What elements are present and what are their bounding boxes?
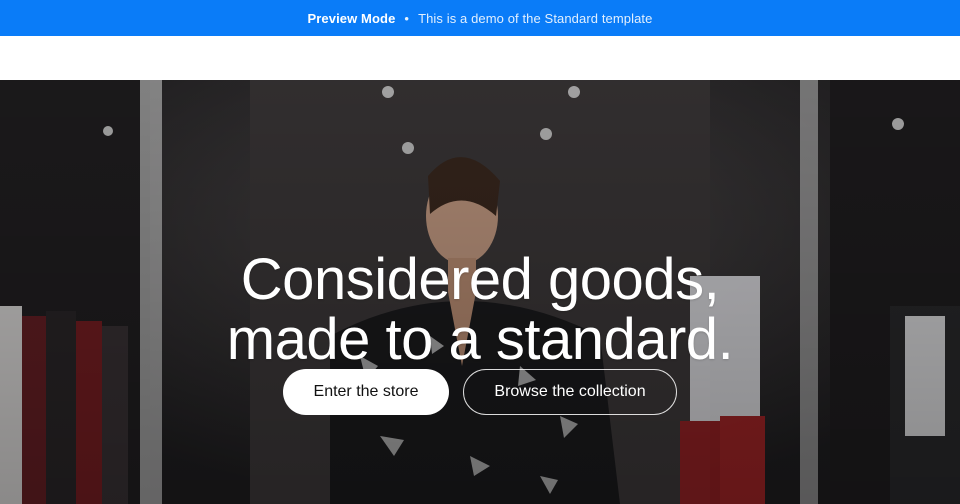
- account-icon[interactable]: [808, 68, 820, 80]
- enter-store-button[interactable]: Enter the store: [283, 369, 449, 415]
- menu-button[interactable]: Menu: [30, 66, 91, 80]
- preview-separator: •: [404, 10, 410, 26]
- site-logo[interactable]: STANDARD: [424, 60, 554, 80]
- hero-headline-line2: made to a standard.: [226, 307, 734, 372]
- header-icons: [808, 68, 916, 80]
- site-header: Menu STANDARD: [0, 36, 960, 80]
- header-nav-row: Menu STANDARD: [0, 60, 960, 80]
- hero-headline-line1: Considered goods,: [240, 247, 720, 312]
- browse-collection-button[interactable]: Browse the collection: [463, 369, 677, 415]
- preview-mode-label: Preview Mode: [307, 10, 396, 26]
- wishlist-icon[interactable]: [856, 68, 868, 80]
- cart-icon[interactable]: [904, 68, 916, 80]
- hamburger-icon: [30, 69, 46, 79]
- preview-description: This is a demo of the Standard template: [418, 10, 653, 26]
- preview-banner: Preview Mode • This is a demo of the Sta…: [0, 0, 960, 36]
- hero-headline: Considered goods, made to a standard.: [0, 250, 960, 370]
- menu-label: Menu: [56, 66, 92, 80]
